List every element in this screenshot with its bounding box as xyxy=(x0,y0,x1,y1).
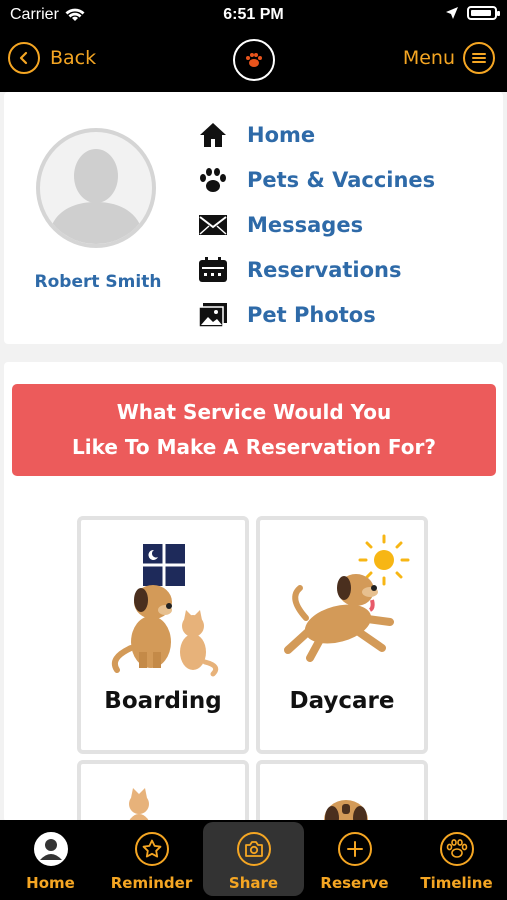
menu-item-home[interactable]: Home xyxy=(196,112,435,157)
tab-reserve[interactable]: Reserve xyxy=(304,820,405,900)
tab-label: Timeline xyxy=(420,874,493,892)
avatar[interactable] xyxy=(36,128,156,248)
menu-item-pets-vaccines[interactable]: Pets & Vaccines xyxy=(196,157,435,202)
tab-bar: Home Reminder Share Reserve Timeline xyxy=(0,820,507,900)
profile-menu: Home Pets & Vaccines Messages Reservatio… xyxy=(196,112,435,337)
envelope-icon xyxy=(196,210,230,240)
location-arrow-icon xyxy=(446,7,458,19)
menu-button[interactable]: Menu xyxy=(403,42,495,74)
service-prompt-line1: What Service Would You xyxy=(116,400,392,424)
service-tile-label: Boarding xyxy=(104,688,222,714)
avatar-icon xyxy=(33,832,68,866)
tab-label: Share xyxy=(228,874,279,892)
house-icon xyxy=(196,120,230,150)
service-tile-daycare[interactable]: Daycare xyxy=(256,516,428,754)
menu-item-label: Messages xyxy=(247,212,364,237)
status-right xyxy=(445,6,500,20)
back-button[interactable]: Back xyxy=(8,42,96,74)
tab-share[interactable]: Share xyxy=(203,820,304,900)
service-prompt-line2: Like To Make A Reservation For? xyxy=(72,435,436,459)
chevron-left-icon xyxy=(8,42,40,74)
tab-label: Reminder xyxy=(110,874,193,892)
hamburger-icon xyxy=(463,42,495,74)
battery-icon xyxy=(467,6,500,20)
boarding-dog-cat-icon xyxy=(111,544,219,677)
person-silhouette-icon xyxy=(48,149,144,244)
camera-icon xyxy=(236,832,271,866)
daycare-dog-sun-icon xyxy=(284,534,410,662)
service-tile-boarding[interactable]: Boarding xyxy=(77,516,249,754)
paw-logo-icon[interactable] xyxy=(233,39,275,81)
menu-item-label: Home xyxy=(247,122,316,147)
menu-item-pet-photos[interactable]: Pet Photos xyxy=(196,292,435,337)
menu-item-reservations[interactable]: Reservations xyxy=(196,247,435,292)
back-label: Back xyxy=(50,47,97,69)
service-prompt-banner: What Service Would You Like To Make A Re… xyxy=(12,384,496,476)
tab-label: Home xyxy=(26,874,75,892)
menu-item-label: Pets & Vaccines xyxy=(247,167,436,192)
tab-home[interactable]: Home xyxy=(0,820,101,900)
paw-icon xyxy=(196,165,230,195)
calendar-icon xyxy=(196,255,230,285)
user-name: Robert Smith xyxy=(34,272,162,292)
status-time: 6:51 PM xyxy=(223,6,284,23)
battery-fill xyxy=(471,10,491,16)
menu-label: Menu xyxy=(402,47,455,69)
menu-item-messages[interactable]: Messages xyxy=(196,202,435,247)
status-bar: Carrier 6:51 PM xyxy=(0,0,507,30)
photos-icon xyxy=(196,300,230,330)
paw-icon xyxy=(439,832,474,866)
service-section: What Service Would You Like To Make A Re… xyxy=(4,362,503,840)
tab-reminder[interactable]: Reminder xyxy=(101,820,202,900)
tab-label: Reserve xyxy=(320,874,389,892)
plus-icon xyxy=(337,832,372,866)
menu-item-label: Reservations xyxy=(247,257,402,282)
nav-bar: Back Menu xyxy=(0,30,507,92)
service-tile-label: Daycare xyxy=(289,688,395,714)
star-icon xyxy=(134,832,169,866)
menu-item-label: Pet Photos xyxy=(247,302,376,327)
tab-timeline[interactable]: Timeline xyxy=(406,820,507,900)
profile-card: Robert Smith Home Pets & Vaccines Messag… xyxy=(4,92,503,344)
